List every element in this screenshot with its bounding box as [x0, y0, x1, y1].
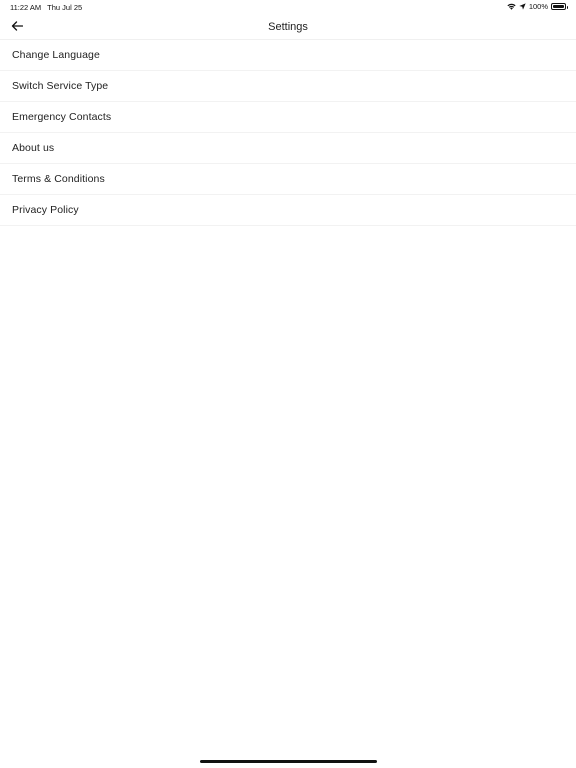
settings-item-label: Privacy Policy [12, 204, 79, 216]
home-indicator[interactable] [200, 760, 377, 763]
settings-item-about-us[interactable]: About us [0, 133, 576, 164]
settings-item-terms-conditions[interactable]: Terms & Conditions [0, 164, 576, 195]
location-arrow-icon [519, 3, 526, 10]
settings-item-privacy-policy[interactable]: Privacy Policy [0, 195, 576, 226]
settings-item-change-language[interactable]: Change Language [0, 40, 576, 71]
settings-item-switch-service-type[interactable]: Switch Service Type [0, 71, 576, 102]
page-title: Settings [268, 21, 308, 33]
wifi-icon [507, 3, 516, 10]
settings-item-label: Emergency Contacts [12, 111, 112, 123]
settings-list: Change Language Switch Service Type Emer… [0, 40, 576, 226]
settings-item-label: Terms & Conditions [12, 173, 105, 185]
settings-item-label: Change Language [12, 49, 100, 61]
status-right: 100% [507, 2, 568, 11]
header: Settings [0, 14, 576, 40]
settings-item-label: Switch Service Type [12, 80, 109, 92]
status-date: Thu Jul 25 [47, 3, 83, 12]
settings-item-emergency-contacts[interactable]: Emergency Contacts [0, 102, 576, 133]
battery-percent: 100% [528, 2, 548, 11]
status-time: 11:22 AM [10, 3, 42, 12]
status-bar: 11:22 AM Thu Jul 25 100% [0, 0, 576, 14]
settings-item-label: About us [12, 142, 55, 154]
status-left: 11:22 AM Thu Jul 25 [10, 3, 82, 12]
battery-icon [551, 3, 568, 10]
